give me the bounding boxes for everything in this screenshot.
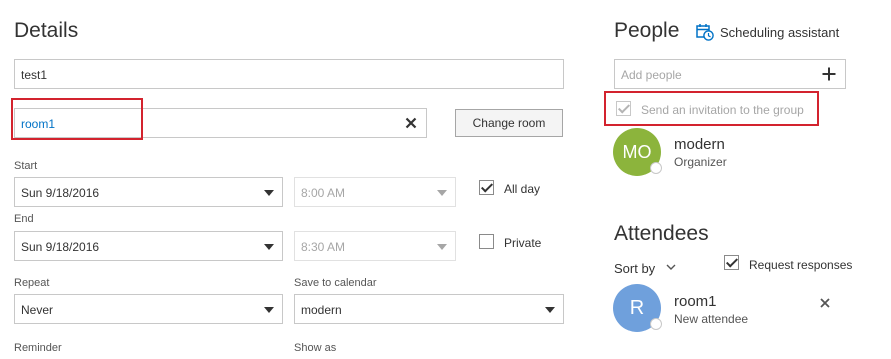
organizer-name: modern: [674, 136, 725, 153]
start-label: Start: [14, 160, 38, 172]
chevron-down-icon: [264, 190, 274, 196]
scheduling-assistant-label: Scheduling assistant: [720, 25, 840, 40]
attendees-heading: Attendees: [614, 222, 709, 245]
start-date-value: Sun 9/18/2016: [21, 186, 100, 200]
repeat-label: Repeat: [14, 277, 50, 289]
close-icon[interactable]: [405, 117, 417, 129]
end-date-value: Sun 9/18/2016: [21, 240, 100, 254]
people-heading: People: [614, 19, 680, 42]
title-input-value: test1: [21, 68, 48, 82]
request-responses-checkbox[interactable]: [724, 255, 739, 270]
all-day-label: All day: [504, 182, 541, 196]
invite-group-highlight-box: [604, 91, 819, 126]
plus-icon[interactable]: [822, 67, 836, 81]
start-time-value: 8:00 AM: [301, 186, 346, 200]
repeat-value: Never: [21, 303, 54, 317]
close-icon[interactable]: [820, 298, 830, 308]
end-label: End: [14, 213, 34, 225]
chevron-down-icon: [545, 307, 555, 313]
attendee-name: room1: [674, 293, 717, 310]
sort-by-label: Sort by: [614, 261, 656, 276]
save-to-calendar-select[interactable]: modern: [294, 294, 564, 324]
title-input[interactable]: test1: [14, 59, 564, 89]
chevron-down-icon: [264, 307, 274, 313]
end-time-value: 8:30 AM: [301, 240, 346, 254]
show-as-label: Show as: [294, 342, 337, 354]
reminder-label: Reminder: [14, 342, 62, 354]
sort-by-button[interactable]: Sort by: [614, 261, 680, 277]
private-label: Private: [504, 236, 542, 250]
start-date-select[interactable]: Sun 9/18/2016: [14, 177, 283, 207]
end-date-select[interactable]: Sun 9/18/2016: [14, 231, 283, 261]
chevron-down-icon: [437, 190, 447, 196]
save-to-calendar-value: modern: [301, 303, 342, 317]
presence-indicator: [650, 318, 662, 330]
attendee-role: New attendee: [674, 312, 749, 326]
presence-indicator: [650, 162, 662, 174]
end-time-select: 8:30 AM: [294, 231, 456, 261]
details-heading: Details: [14, 19, 79, 42]
save-to-calendar-label: Save to calendar: [294, 277, 377, 289]
attendee-list-item[interactable]: R room1 New attendee: [613, 284, 853, 336]
calendar-clock-icon: [696, 24, 714, 41]
chevron-down-icon: [437, 244, 447, 250]
private-checkbox[interactable]: [479, 234, 494, 249]
location-highlight-box: [11, 98, 143, 140]
chevron-down-icon: [666, 264, 676, 270]
organizer-initials: MO: [622, 142, 652, 162]
add-people-placeholder: Add people: [621, 68, 682, 82]
chevron-down-icon: [264, 244, 274, 250]
add-people-input[interactable]: Add people: [614, 59, 846, 89]
change-room-button[interactable]: Change room: [455, 109, 563, 137]
repeat-select[interactable]: Never: [14, 294, 283, 324]
attendee-initials: R: [629, 297, 645, 319]
start-time-select: 8:00 AM: [294, 177, 456, 207]
organizer-role: Organizer: [674, 155, 727, 169]
request-responses-label: Request responses: [749, 258, 853, 272]
all-day-checkbox[interactable]: [479, 180, 494, 195]
